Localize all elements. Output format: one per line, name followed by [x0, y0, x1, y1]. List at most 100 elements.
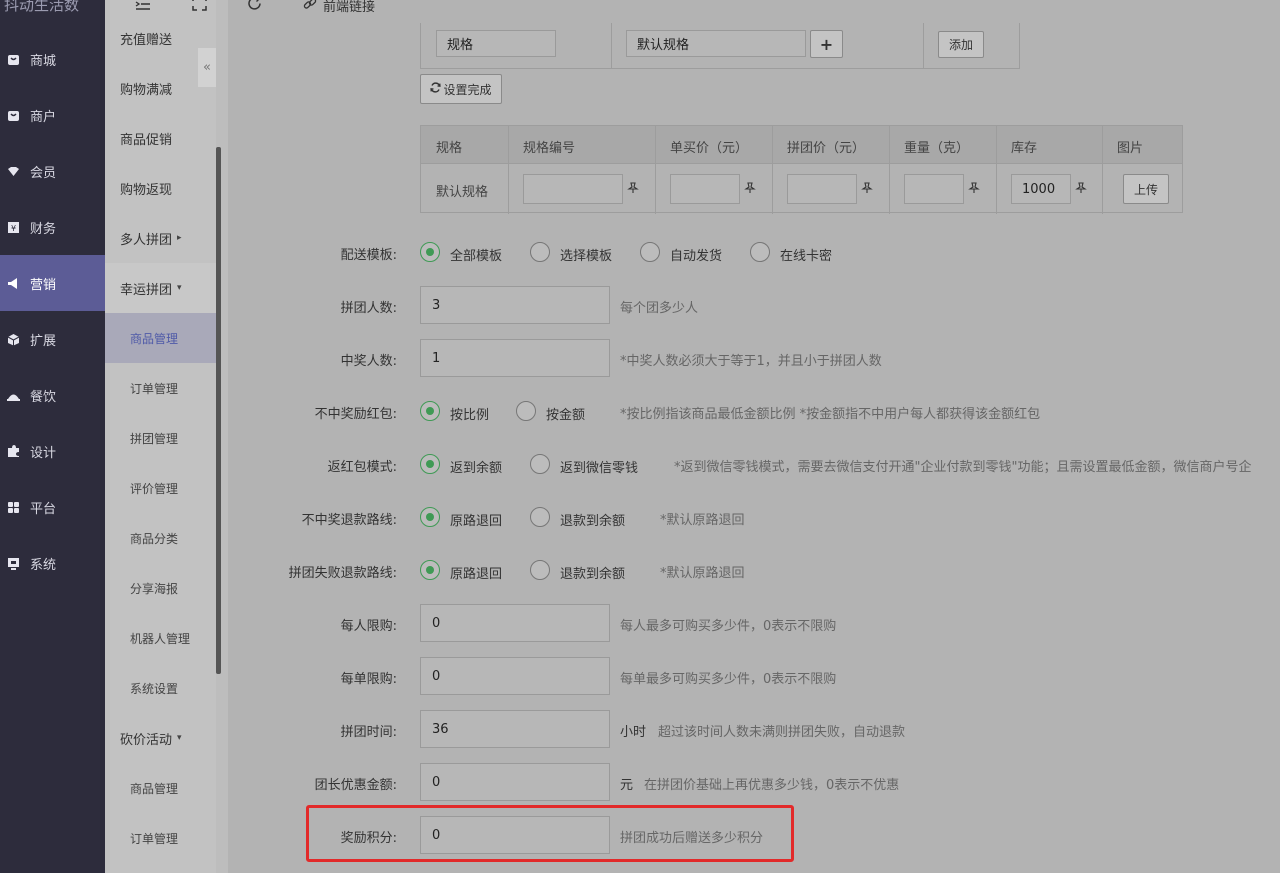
submenu-item-group-buy[interactable]: 多人拼团 ▸ — [105, 213, 216, 263]
nav-item-label: 商城 — [30, 53, 57, 69]
table-col-divider — [1102, 126, 1103, 214]
add-spec-button[interactable]: 添加 — [938, 31, 984, 58]
sync-icon — [430, 82, 442, 96]
weight-input[interactable] — [904, 174, 964, 204]
submenu-item-review-management[interactable]: 评价管理 — [105, 463, 216, 513]
group-price-input[interactable] — [787, 174, 857, 204]
nav-item-label: 设计 — [30, 445, 57, 461]
nav-item-dining[interactable]: 餐饮 — [0, 367, 105, 423]
table-col-divider — [508, 126, 509, 214]
puzzle-icon — [6, 444, 20, 458]
nav-item-label: 财务 — [30, 221, 57, 237]
group-size-input[interactable]: 3 — [420, 286, 610, 324]
fail-refund-hint: *默认原路退回 — [660, 566, 745, 581]
pin-icon[interactable] — [968, 182, 980, 197]
stock-input[interactable]: 1000 — [1011, 174, 1071, 204]
nav-item-label: 平台 — [30, 501, 57, 517]
submenu-scrollbar[interactable] — [216, 147, 221, 674]
refund-balance-radio[interactable] — [420, 454, 440, 474]
shipping-card-radio[interactable] — [750, 242, 770, 262]
single-price-input[interactable] — [670, 174, 740, 204]
caret-down-icon: ▾ — [177, 283, 182, 293]
submenu-item-cashback[interactable]: 购物返现 — [105, 163, 216, 213]
group-time-input[interactable]: 36 — [420, 710, 610, 748]
nav-item-platform[interactable]: 平台 — [0, 479, 105, 535]
nav-item-shop[interactable]: 商城 — [0, 31, 105, 87]
collapse-sidebar-button[interactable]: « — [198, 48, 216, 87]
shipping-all-label: 全部模板 — [450, 249, 503, 264]
pin-icon[interactable] — [861, 182, 873, 197]
consolation-ratio-radio[interactable] — [420, 401, 440, 421]
spec-value-input[interactable]: 默认规格 — [626, 30, 806, 57]
cell-spec-name: 默认规格 — [436, 185, 489, 200]
spec-code-input[interactable] — [523, 174, 623, 204]
submenu-item-label: 多人拼团 — [120, 232, 173, 248]
nav-item-label: 扩展 — [30, 333, 57, 349]
spec-table: 规格 规格编号 单买价（元） 拼团价（元） 重量（克） 库存 图片 默认规格 1… — [420, 125, 1183, 214]
submenu-item-robot-management[interactable]: 机器人管理 — [105, 613, 216, 663]
fail-refund-original-radio[interactable] — [420, 560, 440, 580]
fail-refund-balance-radio[interactable] — [530, 560, 550, 580]
link-icon — [303, 0, 317, 15]
refund-wechat-radio[interactable] — [530, 454, 550, 474]
submenu-item-bargain-products[interactable]: 商品管理 — [105, 763, 216, 813]
pin-icon[interactable] — [744, 182, 756, 197]
submenu-item-label: 购物满减 — [120, 82, 173, 98]
plus-icon: + — [819, 34, 834, 54]
leader-discount-input[interactable]: 0 — [420, 763, 610, 801]
finance-icon: ¥ — [6, 220, 20, 234]
submenu-item-lucky-group[interactable]: 幸运拼团 ▾ — [105, 263, 216, 313]
submenu-item-system-settings[interactable]: 系统设置 — [105, 663, 216, 713]
spec-done-button[interactable]: 设置完成 — [420, 74, 502, 104]
per-person-limit-hint: 每人最多可购买多少件，0表示不限购 — [620, 619, 837, 634]
refresh-icon[interactable] — [247, 0, 262, 15]
leader-discount-hint: 在拼团价基础上再优惠多少钱，0表示不优惠 — [644, 778, 900, 793]
nav-item-member[interactable]: 会员 — [0, 143, 105, 199]
submenu-item-label: 商品管理 — [130, 331, 179, 346]
submenu-item-label: 订单管理 — [130, 831, 179, 846]
nav-item-design[interactable]: 设计 — [0, 423, 105, 479]
loser-refund-original-radio[interactable] — [420, 507, 440, 527]
loser-refund-balance-radio[interactable] — [530, 507, 550, 527]
nav-item-extension[interactable]: 扩展 — [0, 311, 105, 367]
leader-discount-label: 团长优惠金额: — [314, 778, 397, 793]
add-spec-value-button[interactable]: + — [810, 30, 843, 58]
fullscreen-icon[interactable] — [192, 0, 207, 15]
group-time-hint: 超过该时间人数未满则拼团失败，自动退款 — [658, 725, 906, 740]
frontend-link-button[interactable]: 前端链接 — [303, 0, 375, 15]
nav-item-merchant[interactable]: 商户 — [0, 87, 105, 143]
consolation-label: 不中奖励红包: — [314, 407, 397, 422]
submenu-item-promotion[interactable]: 商品促销 — [105, 113, 216, 163]
fail-refund-balance-label: 退款到余额 — [560, 567, 626, 582]
submenu-item-label: 评价管理 — [130, 481, 179, 496]
grid-icon — [6, 500, 20, 514]
upload-image-button[interactable]: 上传 — [1123, 174, 1169, 204]
pin-icon[interactable] — [1075, 182, 1087, 197]
col-header-single-price: 单买价（元） — [670, 141, 749, 156]
submenu-item-share-poster[interactable]: 分享海报 — [105, 563, 216, 613]
nav-item-marketing[interactable]: 营销 — [0, 255, 105, 311]
group-time-label: 拼团时间: — [340, 725, 397, 740]
submenu-item-product-management[interactable]: 商品管理 — [105, 313, 216, 363]
nav-item-system[interactable]: 系统 — [0, 535, 105, 591]
submenu-item-product-category[interactable]: 商品分类 — [105, 513, 216, 563]
shipping-all-radio[interactable] — [420, 242, 440, 262]
per-person-limit-label: 每人限购: — [340, 619, 397, 634]
pin-icon[interactable] — [627, 182, 639, 197]
shipping-select-radio[interactable] — [530, 242, 550, 262]
shipping-auto-radio[interactable] — [640, 242, 660, 262]
winners-input[interactable]: 1 — [420, 339, 610, 377]
nav-item-finance[interactable]: ¥ 财务 — [0, 199, 105, 255]
submenu-item-group-management[interactable]: 拼团管理 — [105, 413, 216, 463]
submenu-item-bargain[interactable]: 砍价活动 ▾ — [105, 713, 216, 763]
per-person-limit-input[interactable]: 0 — [420, 604, 610, 642]
submenu-item-bargain-orders[interactable]: 订单管理 — [105, 813, 216, 863]
spec-name-input[interactable]: 规格 — [436, 30, 556, 57]
consolation-amount-radio[interactable] — [516, 401, 536, 421]
table-col-divider — [772, 126, 773, 214]
system-icon — [6, 556, 20, 570]
per-order-limit-input[interactable]: 0 — [420, 657, 610, 695]
per-order-limit-hint: 每单最多可购买多少件，0表示不限购 — [620, 672, 837, 687]
menu-toggle-icon[interactable] — [135, 0, 151, 16]
submenu-item-order-management[interactable]: 订单管理 — [105, 363, 216, 413]
